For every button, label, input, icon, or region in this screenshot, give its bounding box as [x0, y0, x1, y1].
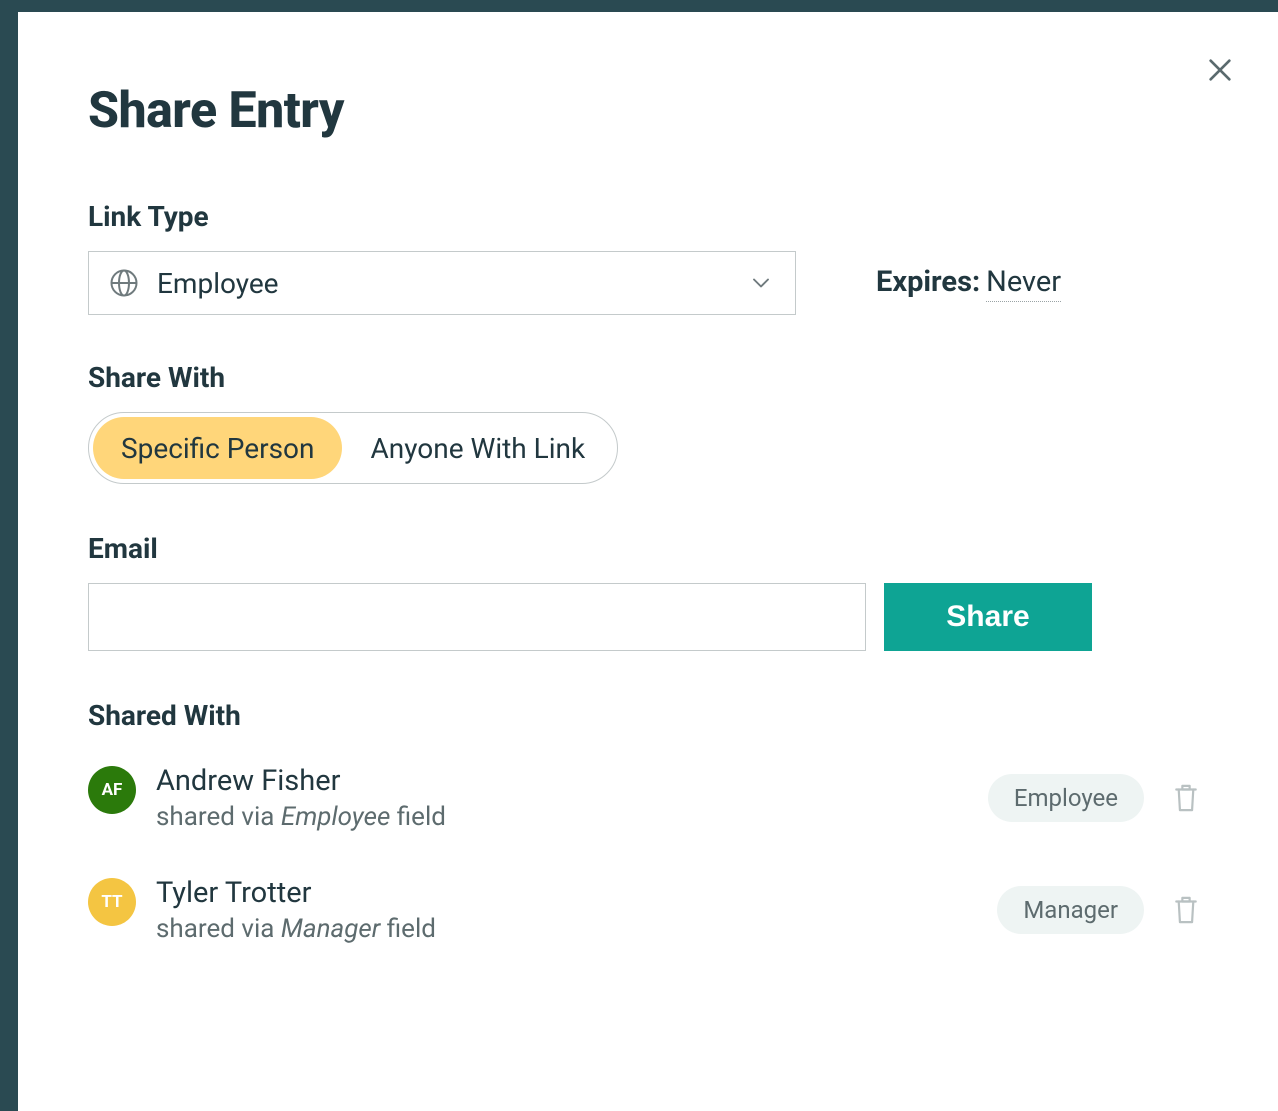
chevron-down-icon — [747, 269, 775, 297]
expires-value[interactable]: Never — [986, 265, 1061, 302]
expires-section: Expires: Never — [876, 265, 1061, 302]
delete-share-button[interactable] — [1164, 781, 1208, 815]
person-subtext: shared via Employee field — [156, 802, 968, 832]
modal-title: Share Entry — [88, 82, 1208, 140]
link-type-value: Employee — [157, 267, 729, 300]
person-name: Andrew Fisher — [156, 764, 968, 798]
link-type-label: Link Type — [88, 200, 1208, 233]
share-entry-modal: Share Entry Link Type Employee Expires: … — [18, 12, 1278, 1111]
avatar: TT — [88, 878, 136, 926]
link-type-select[interactable]: Employee — [88, 251, 796, 315]
close-icon — [1204, 54, 1236, 86]
role-badge: Manager — [997, 886, 1144, 934]
shared-with-list: AF Andrew Fisher shared via Employee fie… — [88, 750, 1208, 974]
sub-prefix: shared via — [156, 914, 281, 944]
share-with-label: Share With — [88, 361, 1208, 394]
trash-icon — [1171, 893, 1201, 927]
close-button[interactable] — [1200, 50, 1240, 90]
person-subtext: shared via Manager field — [156, 914, 977, 944]
avatar: AF — [88, 766, 136, 814]
share-with-specific-person[interactable]: Specific Person — [93, 417, 342, 479]
role-badge: Employee — [988, 774, 1144, 822]
sub-suffix: field — [380, 914, 436, 944]
globe-icon — [109, 268, 139, 298]
shared-with-row: AF Andrew Fisher shared via Employee fie… — [88, 750, 1208, 862]
shared-with-label: Shared With — [88, 699, 1208, 732]
person-name: Tyler Trotter — [156, 876, 977, 910]
sub-role: Employee — [281, 802, 390, 832]
share-button[interactable]: Share — [884, 583, 1092, 651]
delete-share-button[interactable] — [1164, 893, 1208, 927]
trash-icon — [1171, 781, 1201, 815]
share-with-anyone-link[interactable]: Anyone With Link — [342, 417, 613, 479]
email-input[interactable] — [88, 583, 866, 651]
share-with-segmented: Specific Person Anyone With Link — [88, 412, 618, 484]
sub-role: Manager — [281, 914, 380, 944]
sub-suffix: field — [390, 802, 446, 832]
expires-label: Expires: — [876, 265, 980, 299]
shared-with-row: TT Tyler Trotter shared via Manager fiel… — [88, 862, 1208, 974]
email-label: Email — [88, 532, 1208, 565]
sub-prefix: shared via — [156, 802, 281, 832]
